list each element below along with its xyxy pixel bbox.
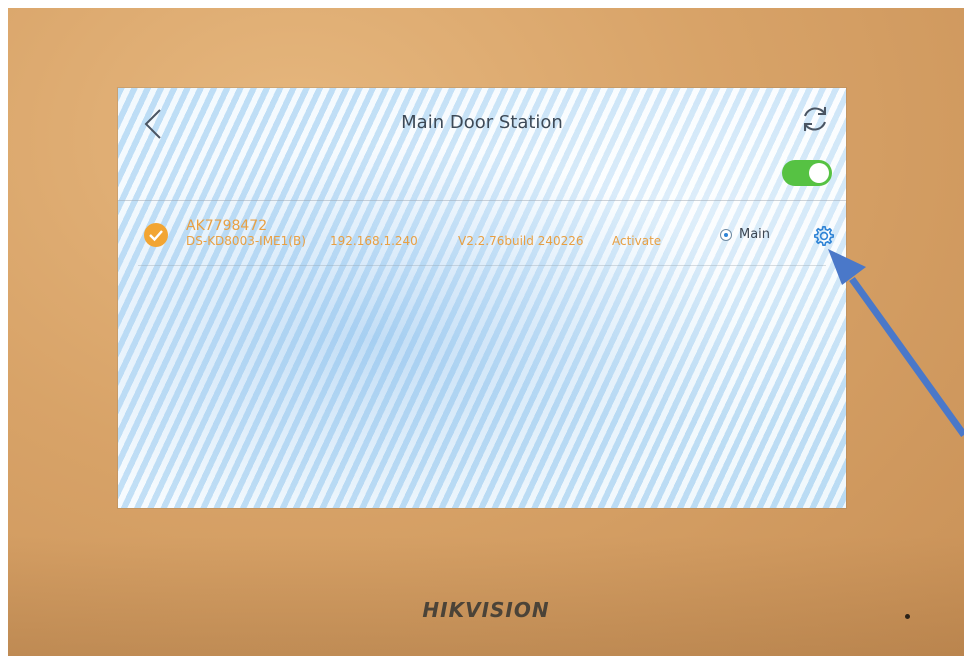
brand-logo: HIKVISION xyxy=(422,598,550,622)
page-title: Main Door Station xyxy=(401,112,563,133)
toggle-knob xyxy=(809,163,829,183)
device-row[interactable]: AK7798472 DS-KD8003-IME1(B) 192.168.1.24… xyxy=(118,206,846,266)
refresh-icon[interactable] xyxy=(798,102,832,136)
main-radio-icon[interactable] xyxy=(720,229,732,241)
bezel-shadow xyxy=(8,536,964,656)
device-name: AK7798472 xyxy=(186,218,268,234)
divider xyxy=(118,200,846,201)
divider xyxy=(138,265,826,266)
device-version: V2.2.76build 240226 xyxy=(458,234,584,248)
device-status: Activate xyxy=(612,234,662,248)
device-ip: 192.168.1.240 xyxy=(330,234,418,248)
device-model: DS-KD8003-IME1(B) xyxy=(186,234,306,248)
role-label: Main xyxy=(739,227,771,242)
enable-toggle[interactable] xyxy=(782,160,832,186)
radio-dot xyxy=(724,233,728,237)
annotation-arrow xyxy=(828,249,964,438)
check-circle-icon xyxy=(144,223,168,247)
device-screen: Main Door Station AK7798472 DS-KD8003-IM… xyxy=(118,88,846,508)
camera-dot xyxy=(905,614,910,619)
